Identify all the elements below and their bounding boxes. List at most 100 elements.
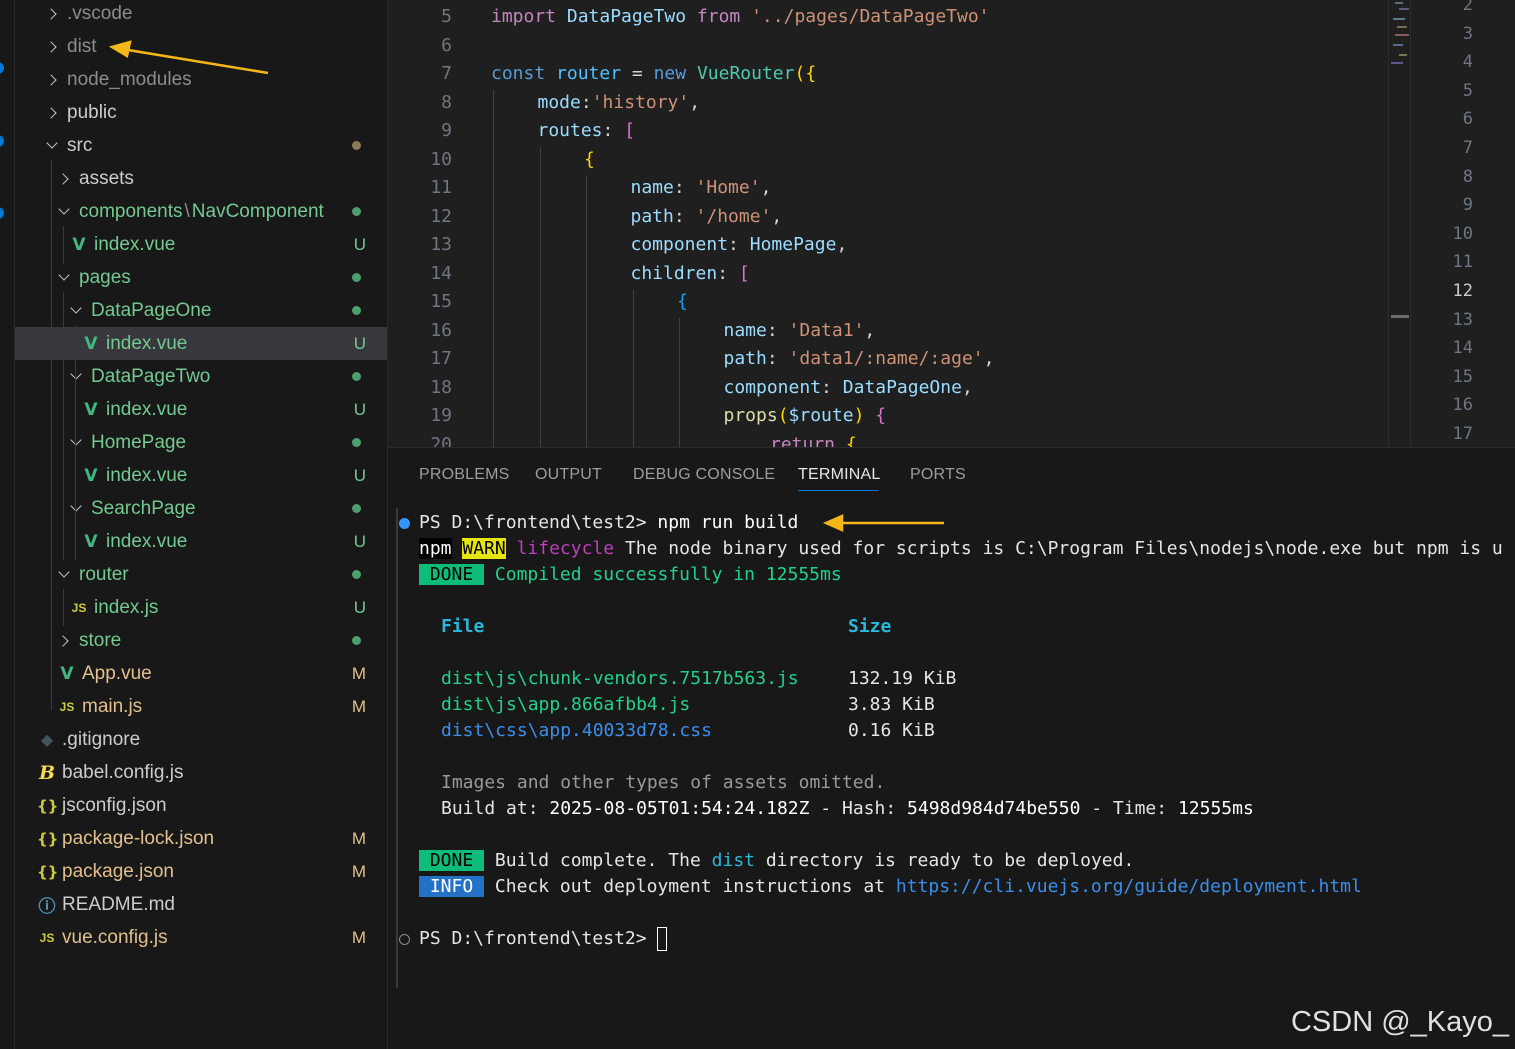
line-number: 7 bbox=[441, 63, 452, 84]
explorer-folder[interactable]: DataPageOne bbox=[15, 294, 387, 327]
active-tab-indicator bbox=[798, 490, 878, 491]
code-line[interactable]: 10 { bbox=[388, 146, 1388, 175]
panel-tab-ports[interactable]: PORTS bbox=[910, 466, 966, 484]
code-line[interactable]: 6 bbox=[388, 32, 1388, 61]
explorer-folder[interactable]: DataPageTwo bbox=[15, 360, 387, 393]
explorer-file[interactable]: Bbabel.config.js bbox=[15, 756, 387, 789]
chevron-right-icon[interactable] bbox=[57, 634, 71, 648]
code-line[interactable]: 9 routes: [ bbox=[388, 117, 1388, 146]
explorer-item-label: src bbox=[67, 135, 92, 157]
explorer-folder[interactable]: assets bbox=[15, 162, 387, 195]
command-idle-dot[interactable] bbox=[399, 934, 410, 945]
chevron-right-icon[interactable] bbox=[45, 40, 59, 54]
chevron-down-icon[interactable] bbox=[57, 271, 71, 285]
explorer-file[interactable]: JS main.js M bbox=[15, 690, 387, 723]
panel-tab-debug-console[interactable]: DEBUG CONSOLE bbox=[633, 466, 775, 484]
terminal-line-prompt-2[interactable]: PS D:\frontend\test2> bbox=[419, 926, 668, 952]
explorer-file[interactable]: {} package.json M bbox=[15, 855, 387, 888]
code-editor[interactable]: 5 import DataPageTwo from '../pages/DataP… bbox=[388, 0, 1515, 447]
code-line[interactable]: 13 component: HomePage, bbox=[388, 231, 1388, 260]
explorer-file[interactable]: {} jsconfig.json bbox=[15, 789, 387, 822]
chevron-down-icon[interactable] bbox=[57, 568, 71, 582]
explorer-file[interactable]: JS index.js U bbox=[15, 591, 387, 624]
explorer-item-label: README.md bbox=[62, 894, 175, 916]
terminal-cursor bbox=[657, 927, 668, 951]
line-number: 12 bbox=[430, 205, 452, 227]
explorer-folder[interactable]: src bbox=[15, 129, 387, 162]
secondary-line-number: 14 bbox=[1452, 338, 1473, 359]
explorer-folder[interactable]: router bbox=[15, 558, 387, 591]
chevron-down-icon[interactable] bbox=[57, 205, 71, 219]
explorer-folder[interactable]: public bbox=[15, 96, 387, 129]
explorer-file[interactable]: Vindex.vue U bbox=[15, 525, 387, 558]
command-success-dot[interactable] bbox=[399, 518, 410, 529]
code-token: DataPageTwo bbox=[566, 6, 697, 27]
explorer-folder[interactable]: dist bbox=[15, 30, 387, 63]
chevron-down-icon[interactable] bbox=[69, 502, 83, 516]
build-file-size-row: 132.19 KiB bbox=[848, 666, 956, 692]
minimap[interactable] bbox=[1388, 0, 1410, 447]
git-status-dot bbox=[352, 306, 361, 315]
item-name: components bbox=[79, 200, 183, 222]
deployment-link[interactable]: https://cli.vuejs.org/guide/deployment.h… bbox=[896, 876, 1362, 897]
explorer-folder[interactable]: .vscode bbox=[15, 0, 387, 30]
explorer-file[interactable]: Vindex.vue U bbox=[15, 393, 387, 426]
terminal-line-complete: DONE Build complete. The dist directory … bbox=[419, 848, 1134, 874]
explorer-folder[interactable]: SearchPage bbox=[15, 492, 387, 525]
chevron-down-icon[interactable] bbox=[69, 304, 83, 318]
explorer-file[interactable]: Vindex.vue U bbox=[15, 327, 387, 360]
activity-indicator bbox=[0, 135, 4, 147]
code-line[interactable]: 12 path: '/home', bbox=[388, 203, 1388, 232]
line-number: 14 bbox=[430, 262, 452, 284]
explorer-item-label: babel.config.js bbox=[62, 762, 183, 784]
minimap-slider[interactable] bbox=[1391, 315, 1409, 318]
explorer-folder[interactable]: node_modules bbox=[15, 63, 387, 96]
explorer-folder[interactable]: pages bbox=[15, 261, 387, 294]
code-line[interactable]: 20 return { bbox=[388, 431, 1388, 448]
code-line[interactable]: 14 children: [ bbox=[388, 260, 1388, 289]
git-status-dot bbox=[352, 438, 361, 447]
chevron-right-icon[interactable] bbox=[45, 106, 59, 120]
chevron-right-icon[interactable] bbox=[45, 7, 59, 21]
code-line[interactable]: 17 path: 'data1/:name/:age', bbox=[388, 345, 1388, 374]
git-status-dot bbox=[352, 207, 361, 216]
code-text: component: HomePage, bbox=[631, 231, 848, 260]
panel-tab-output[interactable]: OUTPUT bbox=[535, 466, 602, 484]
explorer-file[interactable]: V App.vue M bbox=[15, 657, 387, 690]
activity-indicator bbox=[0, 62, 4, 74]
code-line[interactable]: 5 import DataPageTwo from '../pages/DataP… bbox=[388, 3, 1388, 32]
explorer-folder[interactable]: HomePage bbox=[15, 426, 387, 459]
explorer-file[interactable]: ⓘ README.md bbox=[15, 888, 387, 921]
chevron-down-icon[interactable] bbox=[69, 370, 83, 384]
panel-tab-problems[interactable]: PROBLEMS bbox=[419, 466, 510, 484]
code-text: name: 'Data1', bbox=[724, 317, 876, 346]
code-line[interactable]: 8 mode:'history', bbox=[388, 89, 1388, 118]
code-token: : bbox=[766, 348, 789, 369]
chevron-down-icon[interactable] bbox=[45, 139, 59, 153]
explorer-file[interactable]: Vindex.vue U bbox=[15, 459, 387, 492]
code-token: ( bbox=[777, 405, 789, 426]
explorer-folder[interactable]: components \ NavComponent bbox=[15, 195, 387, 228]
explorer-file[interactable]: Vindex.vue U bbox=[15, 228, 387, 261]
panel-tab-terminal[interactable]: TERMINAL bbox=[798, 466, 881, 484]
explorer-file[interactable]: {} package-lock.json M bbox=[15, 822, 387, 855]
chevron-right-icon[interactable] bbox=[45, 73, 59, 87]
code-token: [ bbox=[624, 120, 636, 141]
terminal-line-warn: npm WARN lifecycle The node binary used … bbox=[419, 536, 1503, 562]
code-text: { bbox=[584, 146, 595, 175]
code-line[interactable]: 19 props($route) { bbox=[388, 402, 1388, 431]
terminal-size-header: Size bbox=[848, 614, 891, 640]
explorer-folder[interactable]: store bbox=[15, 624, 387, 657]
code-line[interactable]: 15 { bbox=[388, 288, 1388, 317]
terminal-line-compiled: DONE Compiled successfully in 12555ms bbox=[419, 562, 842, 588]
code-line[interactable]: 18 component: DataPageOne, bbox=[388, 374, 1388, 403]
secondary-editor-gutter: 2 3 4 5 6 7 8 9 10 11 12 13 14 15 16 17 bbox=[1410, 0, 1515, 447]
chevron-right-icon[interactable] bbox=[57, 172, 71, 186]
explorer-file[interactable]: JS vue.config.js M bbox=[15, 921, 387, 954]
code-token: name bbox=[723, 319, 767, 341]
code-line[interactable]: 11 name: 'Home', bbox=[388, 174, 1388, 203]
chevron-down-icon[interactable] bbox=[69, 436, 83, 450]
code-line[interactable]: 16 name: 'Data1', bbox=[388, 317, 1388, 346]
code-line[interactable]: 7 const router = new VueRouter({ bbox=[388, 60, 1388, 89]
explorer-file[interactable]: ◆ .gitignore bbox=[15, 723, 387, 756]
